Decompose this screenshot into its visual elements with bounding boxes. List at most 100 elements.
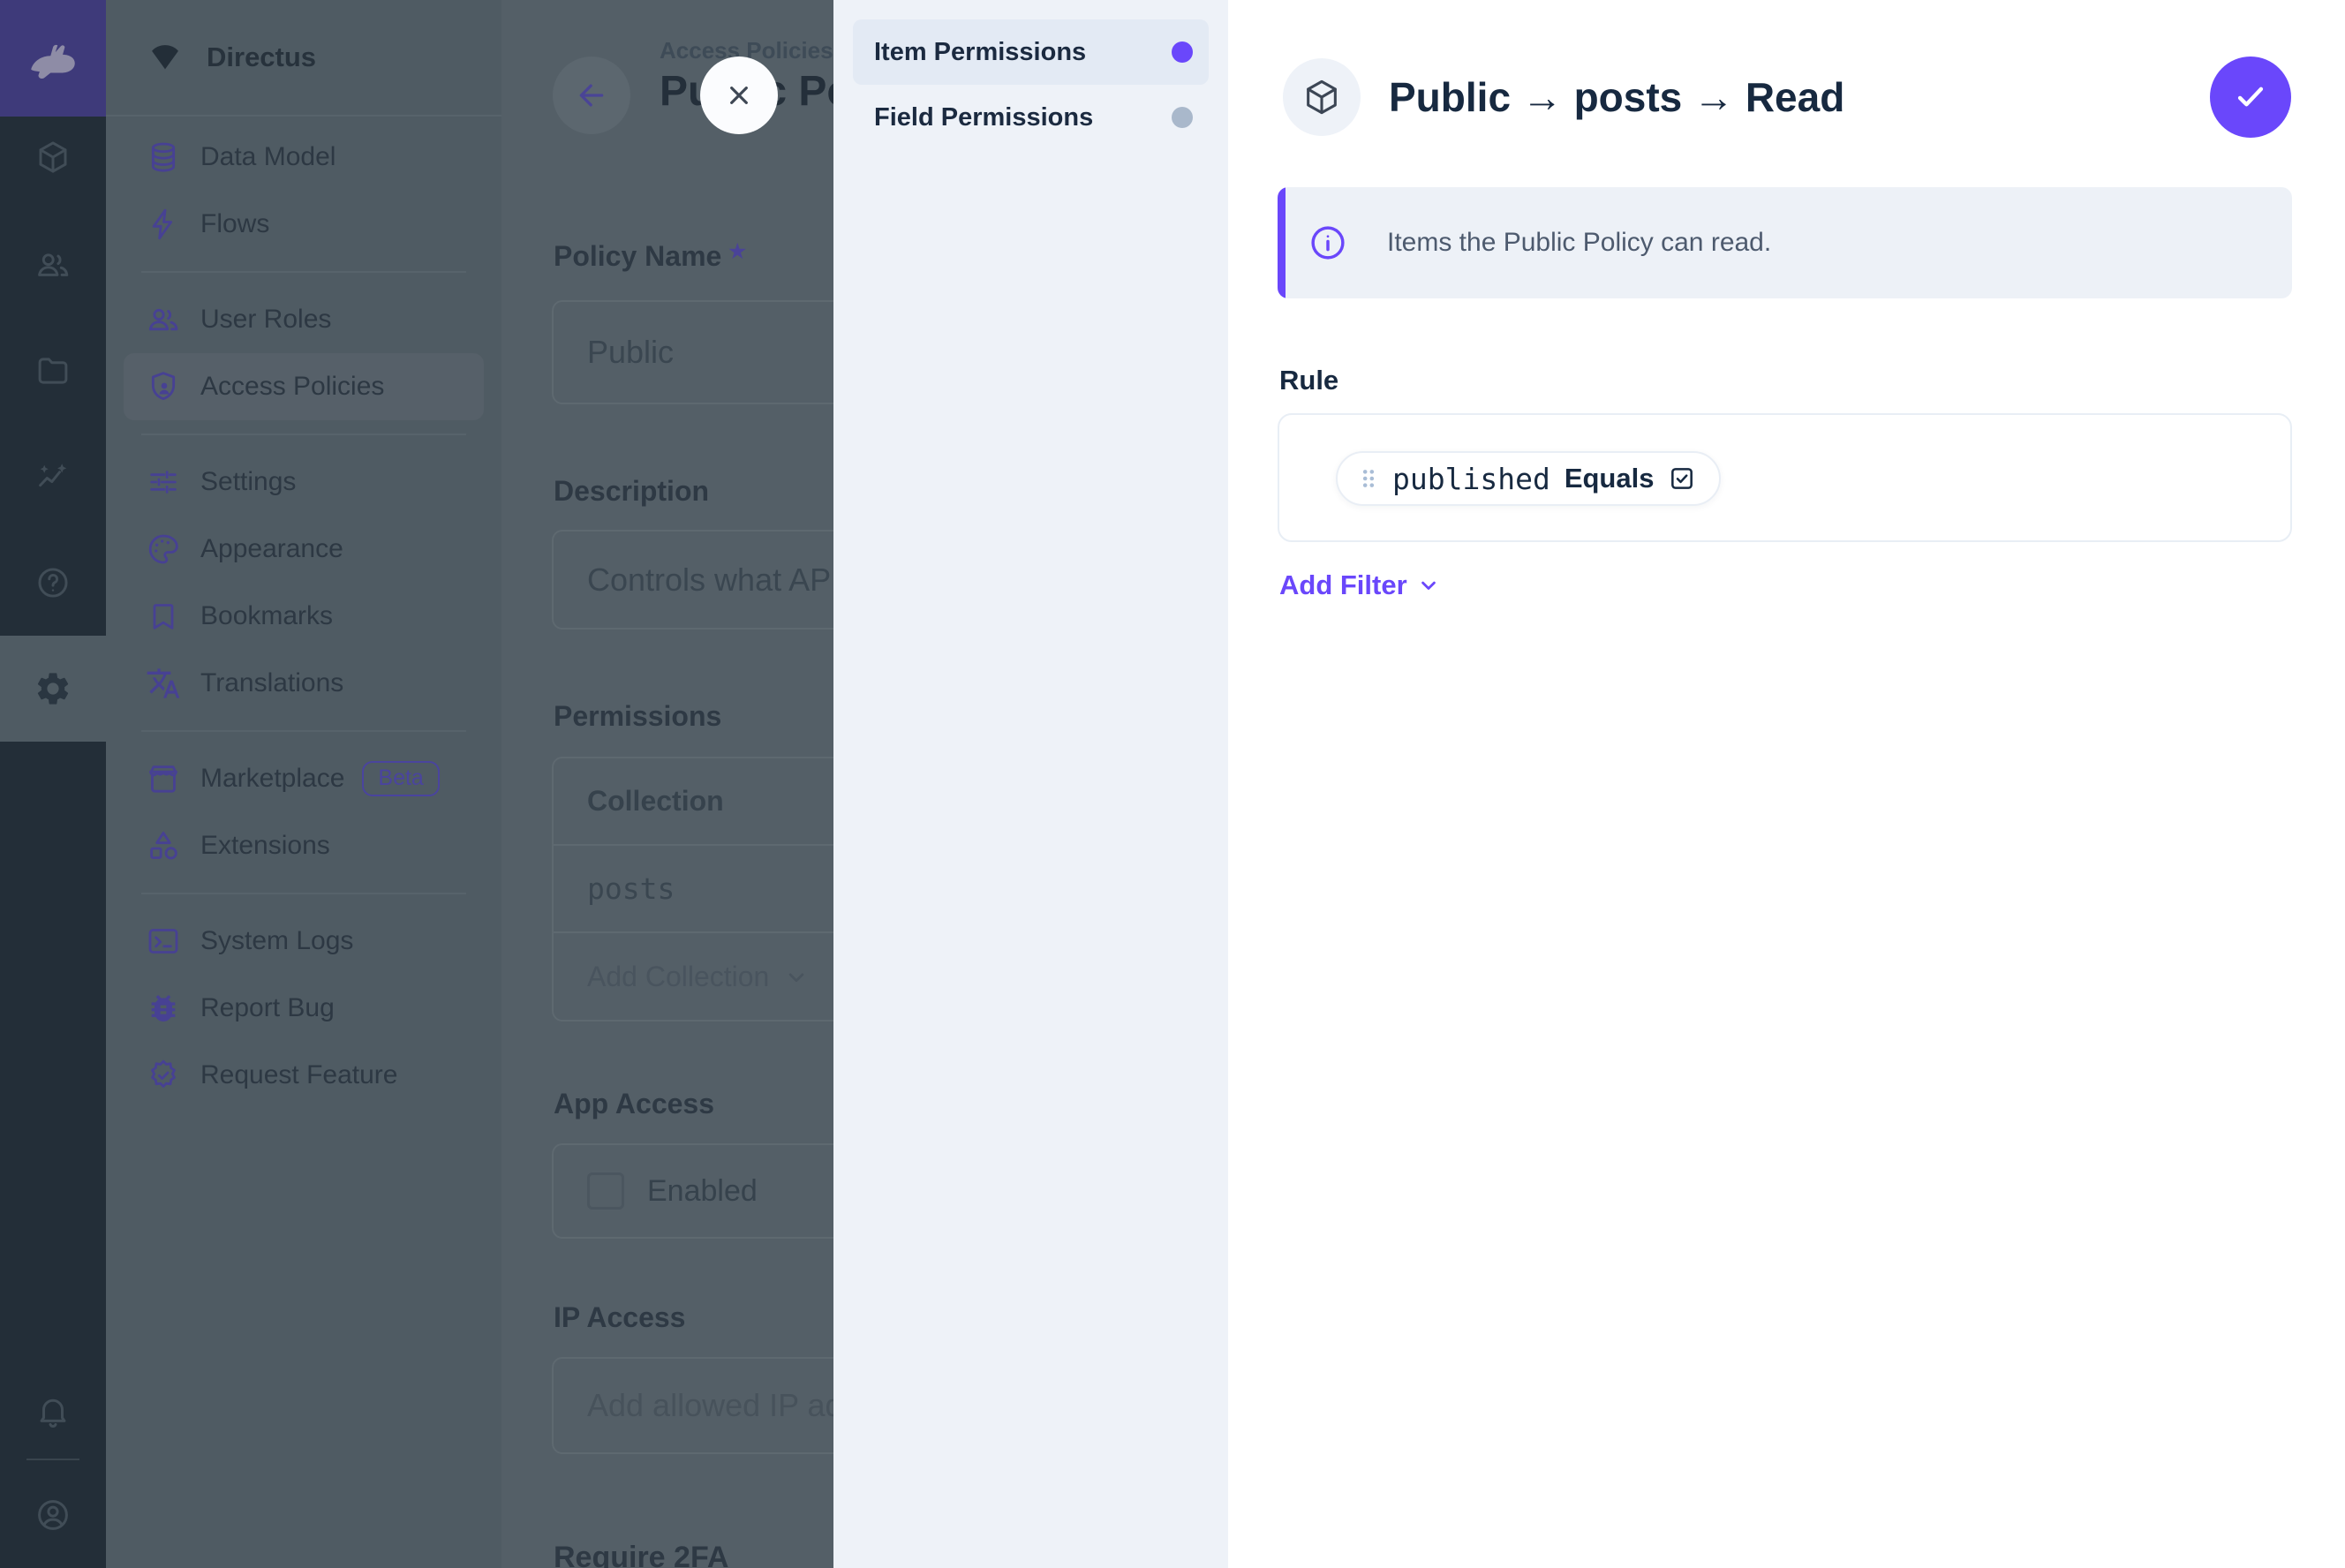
settings-sidebar: Directus Data Model Flows User Roles Acc… <box>106 0 501 1568</box>
enabled-checkbox-label: Enabled <box>647 1174 758 1209</box>
back-button[interactable] <box>553 57 630 134</box>
rule-filter-box[interactable]: published Equals <box>1278 413 2292 542</box>
ip-access-input[interactable]: Add allowed IP addr <box>552 1357 833 1454</box>
drag-handle-icon[interactable] <box>1361 468 1376 489</box>
gear-icon <box>34 669 72 708</box>
palette-icon <box>146 531 181 567</box>
terminal-icon <box>146 923 181 959</box>
require-2fa-label: Require 2FA <box>554 1541 728 1568</box>
sidebar-item-settings[interactable]: Settings <box>106 449 501 516</box>
sidebar-item-label: Extensions <box>200 831 330 861</box>
add-collection-button[interactable]: Add Collection <box>554 933 833 1021</box>
bolt-icon <box>146 207 181 242</box>
tab-label: Item Permissions <box>874 38 1086 67</box>
description-input[interactable]: Controls what API d <box>552 530 833 629</box>
sidebar-item-system-logs[interactable]: System Logs <box>106 908 501 975</box>
close-icon <box>721 78 757 113</box>
sidebar-item-bookmarks[interactable]: Bookmarks <box>106 583 501 650</box>
save-button[interactable] <box>2210 57 2291 138</box>
app-access-label: App Access <box>554 1088 714 1120</box>
sidebar-item-report-bug[interactable]: Report Bug <box>106 975 501 1042</box>
add-filter-button[interactable]: Add Filter <box>1279 569 1441 601</box>
module-settings-button[interactable] <box>0 636 106 742</box>
sidebar-item-access-policies[interactable]: Access Policies <box>124 353 484 420</box>
bell-icon <box>34 1392 72 1429</box>
tab-label: Field Permissions <box>874 103 1093 132</box>
filter-chip[interactable]: published Equals <box>1336 451 1721 506</box>
account-button[interactable] <box>0 1462 106 1568</box>
enabled-checkbox[interactable] <box>587 1172 624 1210</box>
info-icon <box>1308 222 1348 263</box>
sidebar-divider <box>141 271 466 273</box>
module-insights-button[interactable] <box>0 424 106 530</box>
chevron-down-icon <box>1416 573 1441 598</box>
sidebar-item-label: Flows <box>200 209 269 239</box>
ip-access-label: IP Access <box>554 1301 685 1334</box>
group-icon <box>146 302 181 337</box>
project-icon <box>145 37 185 78</box>
project-bar[interactable]: Directus <box>106 0 501 117</box>
access-policy-page: Access Policies Public Po Policy Name★ P… <box>501 0 833 1568</box>
notice-text: Items the Public Policy can read. <box>1387 228 1771 258</box>
translate-icon <box>146 666 181 701</box>
permissions-table: Collection posts Add Collection <box>552 757 833 1021</box>
bookmark-icon <box>146 599 181 634</box>
sidebar-item-label: Report Bug <box>200 993 335 1023</box>
table-row-posts[interactable]: posts <box>554 846 833 933</box>
permissions-column-header: Collection <box>554 758 833 846</box>
sidebar-item-label: Marketplace <box>200 764 344 794</box>
info-notice: Items the Public Policy can read. <box>1278 187 2292 298</box>
beta-badge: Beta <box>362 761 439 796</box>
sidebar-divider <box>141 433 466 435</box>
tab-field-permissions[interactable]: Field Permissions <box>853 85 1209 150</box>
sidebar-divider <box>141 893 466 894</box>
arrow-left-icon <box>574 78 609 113</box>
check-icon <box>2231 78 2270 117</box>
database-icon <box>146 139 181 175</box>
sidebar-item-label: Translations <box>200 668 343 698</box>
drawer-avatar <box>1283 58 1361 136</box>
project-name: Directus <box>207 41 316 73</box>
sidebar-item-label: Data Model <box>200 142 336 172</box>
insights-icon <box>34 458 72 495</box>
sidebar-item-label: Request Feature <box>200 1060 397 1090</box>
sidebar-item-user-roles[interactable]: User Roles <box>106 286 501 353</box>
module-bar-divider <box>26 1459 79 1460</box>
policy-name-input[interactable]: Public <box>552 300 833 404</box>
tab-item-permissions[interactable]: Item Permissions <box>853 19 1209 85</box>
module-help-button[interactable] <box>0 530 106 636</box>
filter-value-checkbox[interactable] <box>1668 464 1696 493</box>
filter-field[interactable]: published <box>1392 462 1550 496</box>
account-icon <box>34 1496 72 1534</box>
drawer-nav: Item Permissions Field Permissions <box>833 0 1228 1568</box>
badge-check-icon <box>146 1058 181 1093</box>
directus-logo-button[interactable] <box>0 0 106 117</box>
sidebar-item-label: User Roles <box>200 305 331 335</box>
sidebar-item-appearance[interactable]: Appearance <box>106 516 501 583</box>
sidebar-item-data-model[interactable]: Data Model <box>106 124 501 191</box>
app-access-field: Enabled <box>552 1143 833 1239</box>
sidebar-nav: Data Model Flows User Roles Access Polic… <box>106 117 501 1109</box>
module-users-button[interactable] <box>0 212 106 318</box>
required-marker: ★ <box>728 240 746 262</box>
sidebar-item-translations[interactable]: Translations <box>106 650 501 717</box>
sidebar-item-flows[interactable]: Flows <box>106 191 501 258</box>
sidebar-item-request-feature[interactable]: Request Feature <box>106 1042 501 1109</box>
notifications-button[interactable] <box>0 1358 106 1464</box>
filter-operator[interactable]: Equals <box>1565 463 1655 494</box>
module-bar <box>0 0 106 1568</box>
shield-person-icon <box>146 369 181 404</box>
box-icon <box>1301 77 1342 117</box>
description-label: Description <box>554 475 709 508</box>
sidebar-item-label: Settings <box>200 467 296 497</box>
module-files-button[interactable] <box>0 318 106 424</box>
policy-name-label: Policy Name★ <box>554 240 746 273</box>
sidebar-item-marketplace[interactable]: Marketplace Beta <box>106 745 501 812</box>
sidebar-divider <box>141 730 466 732</box>
sidebar-item-extensions[interactable]: Extensions <box>106 812 501 879</box>
close-drawer-button[interactable] <box>700 57 778 134</box>
sidebar-item-label: Access Policies <box>200 372 384 402</box>
chevron-down-icon <box>783 964 810 991</box>
module-content-button[interactable] <box>0 104 106 210</box>
storefront-icon <box>146 761 181 796</box>
